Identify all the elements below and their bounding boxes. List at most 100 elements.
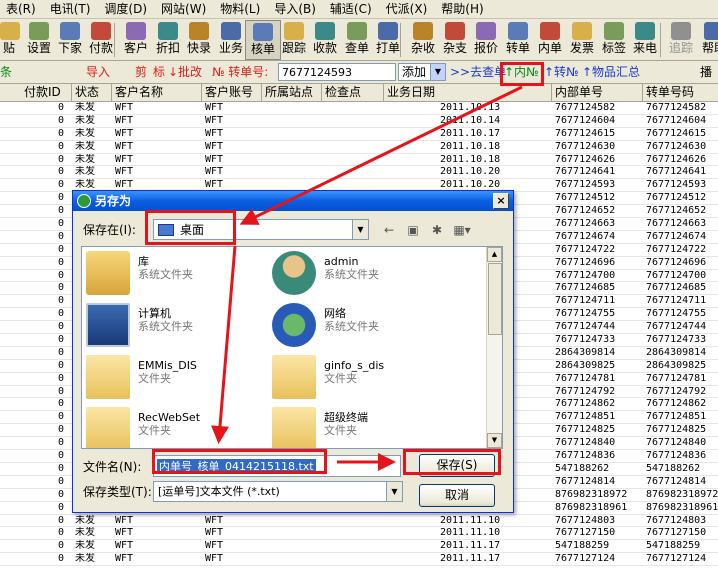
file-item[interactable]: 库系统文件夹 — [86, 251, 266, 299]
file-item[interactable]: EMMis_DIS 文件夹 — [86, 355, 266, 403]
column-header[interactable]: 业务日期 — [384, 84, 552, 102]
add-mode-select[interactable]: 添加 ▼ — [398, 63, 446, 81]
toolbar-button[interactable]: 杂收 — [405, 20, 441, 60]
toolbar-button[interactable]: 帮助 — [696, 20, 718, 60]
toolbar-button[interactable]: 客户 — [118, 20, 154, 60]
menu-item[interactable]: 导入(B) — [268, 0, 324, 18]
up-folder-icon[interactable]: ▣ — [403, 221, 423, 239]
table-row[interactable]: 0 未发 WFT WFT 2011.10.17 7677124615 7677124615 — [0, 128, 718, 141]
toolbar: 贴设置 下家 付款 客户 折扣 快录 业务 核单 跟踪 收款 查单 打单 杂收 杂支 报价 转单 内单 发票 标签来… — [0, 19, 718, 61]
toolbar-button[interactable]: 报价 — [468, 20, 504, 60]
table-cell: 7677127150 — [646, 527, 707, 539]
annotation-box-desktop — [145, 210, 236, 245]
file-item[interactable]: 超级终端 文件夹 — [272, 407, 452, 448]
table-cell: 7677124744 — [555, 321, 616, 333]
file-item[interactable]: 计算机 系统文件夹 — [86, 303, 266, 351]
file-item[interactable]: admin 系统文件夹 — [272, 251, 452, 299]
column-header[interactable]: 所属站点 — [262, 84, 322, 102]
goto-query-button[interactable]: >>去查单 — [450, 65, 506, 80]
cut-button[interactable]: 剪 — [135, 65, 147, 80]
file-item[interactable]: RecWebSet 文件夹 — [86, 407, 266, 448]
toolbar-icon — [189, 22, 209, 40]
view-menu-icon[interactable]: ▦▾ — [449, 221, 475, 239]
menu-item[interactable]: 辅适(C) — [324, 0, 380, 18]
toolbar-button[interactable]: 快录 — [181, 20, 217, 60]
table-cell: 7677124711 — [646, 295, 707, 307]
column-header[interactable]: 客户账号 — [202, 84, 262, 102]
toolbar-button[interactable]: 发票 — [564, 20, 600, 60]
transfer-number-button[interactable]: ↑转№ — [544, 65, 579, 80]
menu-item[interactable]: 调度(D) — [98, 0, 155, 18]
menu-item[interactable]: 电讯(T) — [44, 0, 99, 18]
table-cell: 0 — [57, 501, 64, 513]
toolbar-label: 报价 — [473, 41, 498, 55]
close-button[interactable]: × — [493, 193, 509, 209]
table-cell: 0 — [57, 346, 64, 358]
table-cell: WFT — [205, 127, 224, 139]
file-item[interactable]: ginfo_s_dis 文件夹 — [272, 355, 452, 403]
batch-edit-button[interactable]: ↓批改 — [168, 65, 202, 80]
tracking-number-input[interactable] — [278, 63, 396, 81]
table-cell: 0 — [57, 308, 64, 320]
column-header[interactable]: 状态 — [72, 84, 112, 102]
column-header[interactable]: 转单号码 — [643, 84, 718, 102]
file-list-scrollbar[interactable]: ▲ ▼ — [486, 247, 502, 448]
table-row[interactable]: 0 未发 WFT WFT 2011.11.10 7677127150 7677127150 — [0, 527, 718, 541]
table-cell: 0 — [57, 527, 64, 539]
menu-item[interactable]: 物料(L) — [214, 0, 268, 18]
toolbar-button[interactable]: 业务 — [213, 20, 249, 60]
filetype-select[interactable]: [运单号]文本文件 (*.txt) ▼ — [153, 481, 403, 502]
table-cell: 0 — [57, 553, 64, 565]
back-arrow-icon[interactable]: ← — [379, 221, 399, 239]
mark-button[interactable]: 标 — [153, 65, 165, 80]
table-cell: 未发 — [75, 527, 95, 539]
table-cell: 2011.11.10 — [440, 514, 501, 526]
scroll-thumb[interactable] — [488, 263, 502, 335]
menu-item[interactable]: 帮助(H) — [435, 0, 491, 18]
toolbar-button[interactable]: 贴 — [0, 20, 20, 60]
toolbar-button[interactable]: 内单 — [532, 20, 568, 60]
table-cell — [265, 102, 322, 114]
table-cell: WFT — [115, 527, 134, 539]
menu-item[interactable]: 网站(W) — [155, 0, 214, 18]
table-row[interactable]: 0 未发 WFT WFT 2011.11.10 7677124803 7677124803 — [0, 515, 718, 528]
cancel-button[interactable]: 取消 — [419, 484, 495, 507]
file-item[interactable]: 网络 系统文件夹 — [272, 303, 452, 351]
table-row[interactable]: 0 未发 WFT WFT 2011.10.13 7677124582 7677124582 — [0, 102, 718, 115]
table-row[interactable]: 0 未发 WFT WFT 2011.11.17 547188259 547188259 — [0, 540, 718, 554]
dialog-title-bar[interactable]: 另存为 — [73, 191, 513, 211]
toolbar-button[interactable]: 追踪 — [663, 20, 699, 60]
chevron-down-icon: ▼ — [430, 64, 445, 80]
menu-item[interactable]: 表(R) — [0, 0, 44, 18]
table-cell: 876982318972 — [646, 488, 718, 500]
toolbar-button[interactable]: 来电 — [627, 20, 663, 60]
file-item-type: 文件夹 — [138, 424, 171, 437]
table-cell: WFT — [205, 153, 224, 165]
table-cell — [265, 128, 322, 140]
column-header[interactable]: 内部单号 — [552, 84, 643, 102]
new-folder-icon[interactable]: ✱ — [427, 221, 447, 239]
import-button[interactable]: 导入 — [86, 65, 110, 80]
filter-trailing-text: 播 — [700, 65, 713, 79]
table-cell: 7677124733 — [555, 334, 616, 346]
table-cell: WFT — [205, 166, 224, 178]
column-header[interactable]: 付款ID — [0, 84, 72, 102]
scroll-down-icon[interactable]: ▼ — [487, 433, 502, 448]
table-row[interactable]: 0 未发 WFT WFT 2011.10.18 7677124630 7677124630 — [0, 141, 718, 154]
item-summary-button[interactable]: ↑物品汇总 — [582, 65, 640, 80]
toolbar-label: 杂收 — [410, 41, 435, 55]
toolbar-button[interactable]: 转单 — [500, 20, 536, 60]
table-cell: 547188262 — [555, 462, 610, 474]
table-row[interactable]: 0 未发 WFT WFT 2011.11.17 7677127124 7677127124 — [0, 553, 718, 567]
table-row[interactable]: 0 未发 WFT WFT 2011.10.20 7677124641 7677124641 — [0, 166, 718, 180]
table-row[interactable]: 0 未发 WFT WFT 2011.10.14 7677124604 7677124604 — [0, 115, 718, 128]
table-cell: 0 — [57, 269, 64, 281]
scroll-up-icon[interactable]: ▲ — [487, 247, 502, 262]
menu-item[interactable]: 代派(X) — [380, 0, 436, 18]
file-item-type: 文件夹 — [138, 372, 171, 385]
table-row[interactable]: 0 未发 WFT WFT 2011.10.18 7677124626 7677124626 — [0, 154, 718, 167]
toolbar-button[interactable]: 收款 — [307, 20, 343, 60]
column-header[interactable]: 客户名称 — [112, 84, 202, 102]
folder-icon — [272, 407, 316, 448]
column-header[interactable]: 检查点 — [322, 84, 384, 102]
